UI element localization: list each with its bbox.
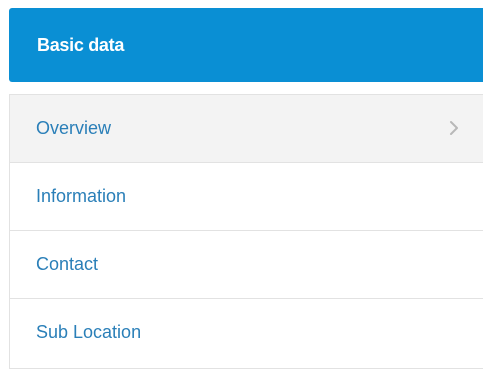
nav-list: Overview Information Contact Sub Locatio… <box>9 94 483 369</box>
panel-title: Basic data <box>37 35 125 55</box>
nav-item-label: Sub Location <box>36 322 142 342</box>
nav-item-label: Information <box>36 186 127 206</box>
basic-data-panel: Basic data Overview Information Contact … <box>9 8 483 369</box>
panel-header: Basic data <box>9 8 483 82</box>
nav-item-sub-location[interactable]: Sub Location <box>10 299 483 367</box>
nav-item-label: Overview <box>36 118 112 138</box>
nav-item-overview[interactable]: Overview <box>10 95 483 163</box>
nav-item-information[interactable]: Information <box>10 163 483 231</box>
nav-item-label: Contact <box>36 254 99 274</box>
chevron-right-icon <box>447 118 461 138</box>
nav-item-contact[interactable]: Contact <box>10 231 483 299</box>
